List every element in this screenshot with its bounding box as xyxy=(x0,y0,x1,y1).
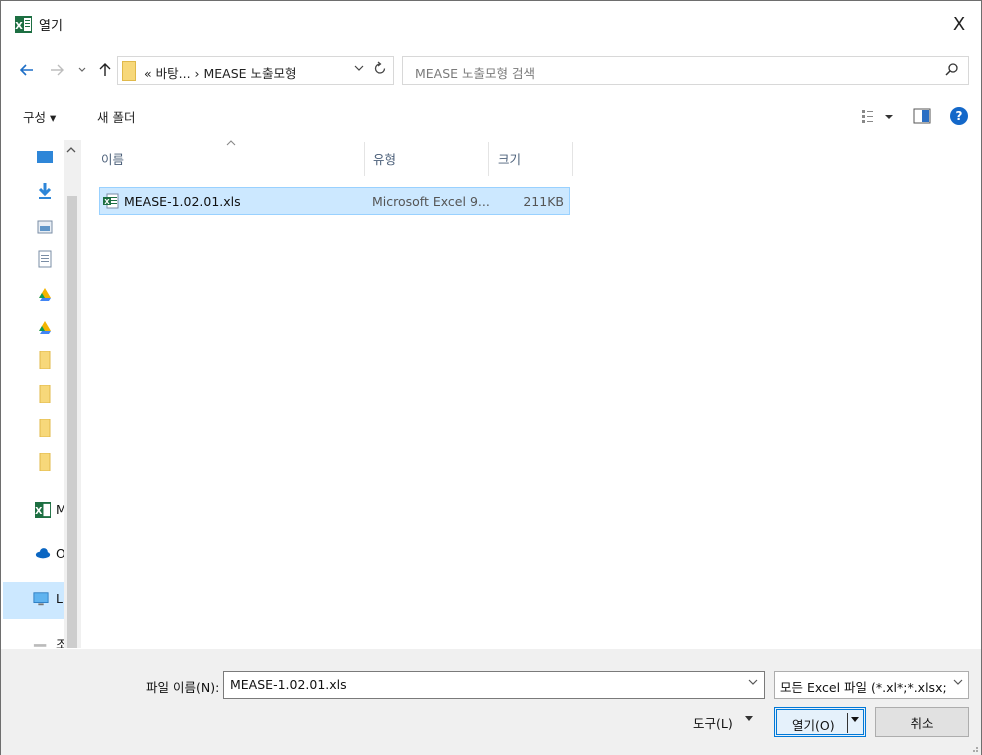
filename-input[interactable]: MEASE-1.02.01.xls xyxy=(223,671,765,699)
scroll-up-chevron-icon[interactable] xyxy=(66,146,76,156)
open-button-focus-ring: 열기(O) xyxy=(776,709,864,735)
search-icon[interactable] xyxy=(944,62,960,78)
organize-menu-button[interactable]: 구성 ▾ xyxy=(23,107,56,126)
filename-label: 파일 이름(N): xyxy=(146,680,220,695)
search-box[interactable]: MEASE 노출모형 검색 xyxy=(402,56,969,85)
google-drive-icon[interactable] xyxy=(37,285,53,303)
new-folder-button[interactable]: 새 폴더 xyxy=(97,107,135,126)
command-toolbar: 구성 ▾ 새 폴더 ? xyxy=(1,99,981,133)
address-path[interactable]: « 바탕... › MEASE 노출모형 xyxy=(144,63,297,82)
sidebar-item-label[interactable]: L xyxy=(56,591,63,606)
filter-dropdown-chevron-icon[interactable] xyxy=(953,678,963,689)
close-button[interactable]: X xyxy=(937,7,981,41)
refresh-icon[interactable] xyxy=(374,61,386,79)
file-name[interactable]: MEASE-1.02.01.xls xyxy=(124,194,241,209)
download-icon[interactable] xyxy=(37,182,53,200)
title-bar: X 열기 X xyxy=(1,1,981,45)
column-header-type[interactable]: 유형 xyxy=(373,149,396,168)
column-separator[interactable] xyxy=(488,142,489,176)
desktop-icon[interactable] xyxy=(37,148,53,166)
this-pc-icon[interactable] xyxy=(33,590,49,608)
open-dropdown-arrow-icon[interactable] xyxy=(851,716,859,727)
preview-pane-icon[interactable] xyxy=(913,108,931,124)
folder-icon xyxy=(122,61,136,81)
recent-locations-chevron-icon[interactable] xyxy=(75,59,89,81)
navigation-pane: X M O L 조 xyxy=(1,140,81,648)
file-size: 211KB xyxy=(523,194,564,209)
file-list-view: 이름 유형 크기 X MEASE-1.02.01.xls Microsoft E… xyxy=(91,140,981,648)
forward-arrow-icon[interactable] xyxy=(47,59,67,81)
view-options-icon[interactable] xyxy=(861,108,895,126)
tools-dropdown-arrow-icon[interactable] xyxy=(745,715,753,725)
up-arrow-icon[interactable] xyxy=(95,59,115,81)
excel-icon: X xyxy=(15,16,32,33)
tools-menu-button[interactable]: 도구(L) xyxy=(693,713,733,732)
folder-icon[interactable] xyxy=(37,385,53,403)
pictures-icon[interactable] xyxy=(37,218,53,236)
onedrive-icon[interactable] xyxy=(35,544,51,562)
search-placeholder[interactable]: MEASE 노출모형 검색 xyxy=(415,63,535,82)
filename-dropdown-chevron-icon[interactable] xyxy=(748,678,758,689)
file-type-filter-value[interactable]: 모든 Excel 파일 (*.xl*;*.xlsx;*.xl xyxy=(780,677,946,696)
address-dropdown-chevron-icon[interactable] xyxy=(354,62,364,75)
navigation-bar: « 바탕... › MEASE 노출모형 MEASE 노출모형 검색 xyxy=(1,53,981,87)
help-icon[interactable]: ? xyxy=(950,107,968,125)
dialog-title: 열기 xyxy=(39,19,63,34)
column-header-name[interactable]: 이름 xyxy=(101,149,124,168)
resize-grip-icon[interactable] xyxy=(969,743,979,753)
open-button-split xyxy=(847,713,848,733)
open-file-dialog: X 열기 X « 바탕... › MEASE 노출모형 MEASE 노출모형 검… xyxy=(0,0,982,755)
open-button[interactable]: 열기(O) xyxy=(774,707,866,737)
documents-icon[interactable] xyxy=(37,250,53,268)
column-separator[interactable] xyxy=(572,142,573,176)
excel-file-icon: X xyxy=(103,193,119,209)
table-row[interactable]: X MEASE-1.02.01.xls Microsoft Excel 9...… xyxy=(99,187,570,215)
address-bar[interactable]: « 바탕... › MEASE 노출모형 xyxy=(117,56,394,85)
google-drive-icon[interactable] xyxy=(37,318,53,336)
folder-icon[interactable] xyxy=(37,351,53,369)
folder-icon[interactable] xyxy=(37,419,53,437)
column-separator[interactable] xyxy=(364,142,365,176)
svg-text:X: X xyxy=(35,506,43,517)
cancel-button[interactable]: 취소 xyxy=(875,707,969,737)
filename-value[interactable]: MEASE-1.02.01.xls xyxy=(230,677,347,692)
svg-text:X: X xyxy=(15,21,23,32)
folder-icon[interactable] xyxy=(37,453,53,471)
file-type-filter-select[interactable]: 모든 Excel 파일 (*.xl*;*.xlsx;*.xl xyxy=(774,671,969,699)
open-button-label[interactable]: 열기(O) xyxy=(792,715,835,734)
file-type: Microsoft Excel 9... xyxy=(372,194,490,209)
back-arrow-icon[interactable] xyxy=(17,59,37,81)
excel-icon[interactable]: X xyxy=(35,501,51,519)
sort-indicator-icon xyxy=(226,138,236,149)
scrollbar-thumb[interactable] xyxy=(67,196,77,648)
column-header-size[interactable]: 크기 xyxy=(498,149,521,168)
network-icon[interactable] xyxy=(33,636,49,648)
navigation-pane-scrollbar[interactable] xyxy=(64,140,81,648)
dialog-footer: 파일 이름(N): MEASE-1.02.01.xls 모든 Excel 파일 … xyxy=(1,649,981,755)
svg-text:X: X xyxy=(104,198,110,206)
